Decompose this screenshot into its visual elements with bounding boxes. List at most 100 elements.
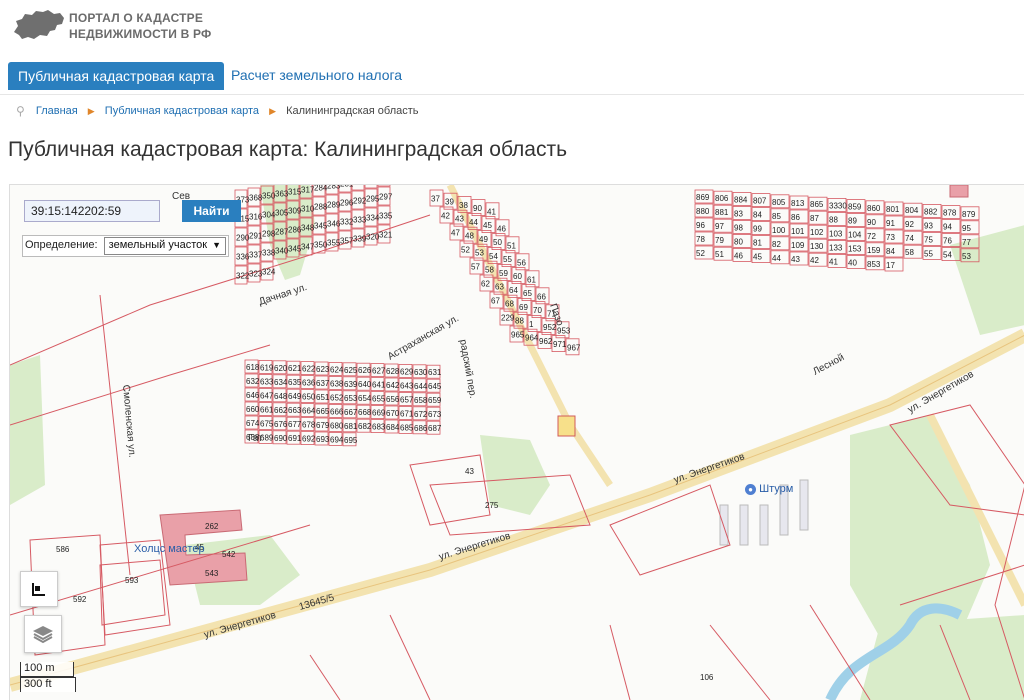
fullscreen-button[interactable] (20, 571, 58, 607)
parcel-number: 310 (301, 205, 315, 214)
parcel-number: 641 (372, 381, 386, 390)
parcel-number: 296 (340, 199, 354, 208)
parcel-number: 633 (260, 377, 274, 386)
parcel-number: 84 (886, 247, 895, 256)
parcel-number: 339 (353, 235, 367, 244)
definition-dropdown[interactable]: земельный участок ▼ (103, 237, 227, 255)
site-header: ПОРТАЛ О КАДАСТРЕ НЕДВИЖИМОСТИ В РФ (0, 0, 1024, 60)
parcel-number: 813 (791, 199, 805, 208)
parcel-number: 338 (262, 249, 276, 258)
parcel-number: 806 (715, 194, 729, 203)
street-label: Смоленская ул. (120, 384, 137, 458)
logo-line-1: ПОРТАЛ О КАДАСТРЕ (69, 11, 204, 25)
parcel-number: 44 (772, 254, 781, 263)
parcel-number: 685 (400, 423, 414, 432)
parcel-number: 41 (829, 257, 838, 266)
parcel-number: 639 (344, 380, 358, 389)
parcel-number: 65 (523, 289, 532, 298)
parcel-number: 66 (537, 292, 546, 301)
parcel-number: 630 (414, 368, 428, 377)
parcel-number: 593 (125, 576, 139, 585)
parcel-number: 283 (327, 185, 341, 191)
find-button[interactable]: Найти (182, 200, 241, 222)
parcel-number: 57 (471, 263, 480, 272)
parcel-number: 58 (485, 266, 494, 275)
parcel-number: 801 (886, 205, 900, 214)
parcel-number: 661 (260, 405, 274, 414)
parcel-number: 337 (249, 251, 263, 260)
poi-shturm[interactable]: ● Штурм (745, 483, 793, 495)
parcel-number: 1 (529, 320, 534, 329)
parcel-number: 96 (696, 221, 705, 230)
layers-button[interactable] (24, 615, 62, 653)
parcel-number: 683 (372, 423, 386, 432)
parcel-number: 3330 (829, 201, 847, 210)
parcel-number: 284 (314, 185, 328, 193)
parcel-number: 953 (557, 326, 571, 335)
breadcrumb-section[interactable]: Публичная кадастровая карта (105, 102, 259, 120)
parcel-number: 646 (246, 391, 260, 400)
tab-land-tax-calculation[interactable]: Расчет земельного налога (231, 62, 402, 90)
parcel-number: 67 (491, 297, 500, 306)
parcel-number: 51 (715, 250, 724, 259)
parcel-number: 97 (715, 222, 724, 231)
parcel-number: 681 (344, 422, 358, 431)
parcel-number: 85 (772, 212, 781, 221)
tab-public-cadastral-map[interactable]: Публичная кадастровая карта (8, 62, 225, 90)
poi-kholts-master[interactable]: Холцс мастер (134, 543, 205, 555)
chevron-right-icon: ▶ (87, 106, 95, 117)
parcel-number: 668 (358, 408, 372, 417)
parcel-number: 94 (943, 223, 952, 232)
parcel-number: 84 (753, 211, 762, 220)
cadastral-search: Найти (24, 200, 241, 224)
parcel-number: 81 (753, 239, 762, 248)
parcel-number: 635 (288, 378, 302, 387)
site-logo-text[interactable]: ПОРТАЛ О КАДАСТРЕ НЕДВИЖИМОСТИ В РФ (69, 10, 211, 42)
parcel-outline[interactable] (377, 185, 391, 187)
parcel-number: 86 (791, 213, 800, 222)
parcel-number: 807 (753, 197, 767, 206)
parcel-number: 88 (515, 317, 524, 326)
parcel-number: 54 (943, 251, 952, 260)
parcel-number: 623 (316, 365, 330, 374)
parcel-number: 309 (288, 207, 302, 216)
parcel-number: 368 (249, 194, 263, 203)
cadastral-number-input[interactable] (24, 200, 160, 222)
parcel-number: 40 (848, 259, 857, 268)
parcel-number: 60 (513, 272, 522, 281)
russia-map-icon[interactable] (10, 6, 66, 46)
parcel-number: 287 (275, 228, 289, 237)
parcel-number: 64 (509, 286, 518, 295)
cadastral-map[interactable]: 3733683503633153172842832812792762783153… (9, 184, 1024, 700)
parcel-number: 679 (316, 421, 330, 430)
parcel-number: 46 (497, 224, 506, 233)
parcel-number: 660 (246, 405, 260, 414)
parcel-number: 631 (428, 368, 442, 377)
parcel-number: 90 (473, 204, 482, 213)
parcel-number: 638 (330, 379, 344, 388)
parcel-number: 43 (455, 215, 464, 224)
parcel-number: 103 (829, 229, 843, 238)
parcel-number: 43 (465, 467, 474, 476)
parcel-number: 651 (316, 393, 330, 402)
parcel-number: 38 (459, 201, 468, 210)
parcel-outline[interactable] (364, 185, 378, 189)
breadcrumb-home[interactable]: Главная (36, 102, 78, 120)
parcel-number: 61 (527, 275, 536, 284)
parcel-number: 355 (327, 239, 341, 248)
parcel-number: 632 (246, 377, 260, 386)
parcel-number: 109 (791, 241, 805, 250)
parcel-number: 663 (288, 406, 302, 415)
parcel-number: 49 (479, 235, 488, 244)
parcel-number: 74 (905, 234, 914, 243)
parcel-number: 627 (372, 367, 386, 376)
parcel-number: 653 (344, 394, 358, 403)
parcel-number: 592 (73, 595, 87, 604)
parcel-number: 291 (249, 232, 263, 241)
poi-label: Штурм (759, 483, 794, 495)
parcel-number: 682 (358, 422, 372, 431)
poi-label: Холцс мастер (134, 543, 205, 555)
parcel-number: 621 (288, 364, 302, 373)
parcel-number: 687 (428, 424, 442, 433)
parcel-number: 91 (886, 219, 895, 228)
